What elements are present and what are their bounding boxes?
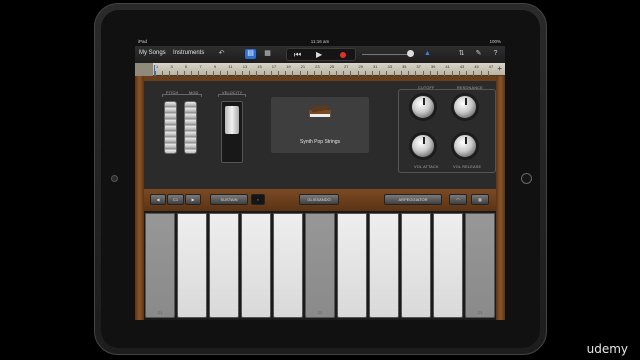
ruler-mark: 17 — [271, 64, 277, 69]
resonance-knob[interactable] — [453, 95, 477, 119]
octave-down-button[interactable]: ◀ — [150, 194, 166, 205]
pitch-wheel[interactable] — [164, 101, 177, 154]
ruler-mark: 43 — [459, 64, 465, 69]
ruler-mark: 7 — [199, 64, 202, 69]
preset-name: Synth Pop Strings — [299, 139, 341, 145]
velocity-slider-handle[interactable] — [225, 106, 239, 134]
mod-wheel[interactable] — [184, 101, 197, 154]
ruler-mark: 39 — [430, 64, 436, 69]
metronome-icon[interactable]: ▲ — [422, 49, 433, 59]
ruler-mark: 5 — [184, 64, 188, 69]
video-frame: iPad 11:16 am 100% My Songs Instruments … — [0, 0, 640, 360]
piano-key[interactable] — [337, 213, 367, 318]
tracks-view-icon[interactable]: ▤ — [245, 49, 256, 59]
wood-side-right — [496, 76, 505, 320]
garageband-screen: iPad 11:16 am 100% My Songs Instruments … — [135, 38, 505, 320]
wood-side-left — [135, 76, 144, 320]
grid-view-icon[interactable]: ▦ — [262, 49, 273, 59]
velocity-label: VELOCITY — [222, 91, 243, 95]
keyboard: C1 C2 C3 — [144, 211, 496, 320]
wrench-icon[interactable]: ✎ — [473, 49, 484, 59]
ruler-mark: 25 — [329, 64, 335, 69]
velocity-slider[interactable] — [221, 101, 243, 163]
add-section-icon[interactable]: + — [497, 64, 502, 73]
settings-icon[interactable]: ▦ — [471, 194, 489, 205]
glissando-button[interactable]: GLISSANDO — [299, 194, 339, 205]
clock: 11:16 am — [310, 39, 330, 44]
cutoff-knob[interactable] — [411, 95, 435, 119]
cutoff-label: CUTOFF — [418, 86, 435, 90]
ruler-mark: 11 — [228, 64, 233, 69]
piano-key[interactable] — [241, 213, 271, 318]
piano-key[interactable] — [273, 213, 303, 318]
vol-release-knob[interactable] — [453, 134, 477, 158]
pitch-label: PITCH — [166, 91, 179, 95]
octave-up-button[interactable]: ▶ — [185, 194, 201, 205]
camera-icon — [111, 175, 118, 182]
keyboard-icon[interactable]: ◠ — [449, 194, 467, 205]
transport-controls: ⏮ ▶ — [286, 48, 356, 61]
ruler-mark: 41 — [445, 64, 450, 69]
instruments-button[interactable]: Instruments — [173, 50, 204, 56]
key-label: C1 — [157, 311, 163, 315]
vol-attack-label: VOL ATTACK — [414, 165, 439, 169]
master-volume-slider[interactable] — [362, 54, 410, 55]
home-button[interactable] — [521, 173, 532, 184]
vol-attack-knob[interactable] — [411, 134, 435, 158]
ruler-mark: 33 — [387, 64, 392, 69]
ruler-mark: 27 — [344, 64, 349, 69]
key-label: C3 — [477, 311, 483, 315]
piano-key[interactable] — [209, 213, 239, 318]
ruler-mark: 31 — [373, 64, 378, 69]
ruler-mark: 15 — [257, 64, 262, 69]
ruler-mark: 21 — [300, 64, 306, 69]
master-volume-knob[interactable] — [407, 50, 414, 57]
piano-key[interactable]: C1 — [145, 213, 175, 318]
piano-key[interactable] — [369, 213, 399, 318]
rewind-icon[interactable]: ⏮ — [294, 50, 301, 60]
status-bar: iPad 11:16 am 100% — [135, 38, 505, 46]
ruler-mark: 3 — [170, 64, 173, 69]
synth-icon — [309, 105, 331, 121]
ruler-mark: 47 — [488, 64, 494, 69]
ruler-mark: 9 — [213, 64, 217, 69]
key-label: C2 — [317, 311, 323, 315]
piano-key[interactable]: C2 — [305, 213, 335, 318]
battery-label: 100% — [489, 39, 501, 44]
piano-key[interactable] — [177, 213, 207, 318]
play-icon[interactable]: ▶ — [316, 50, 322, 59]
my-songs-button[interactable]: My Songs — [139, 50, 166, 56]
ruler-mark: 35 — [401, 64, 407, 69]
ruler-mark: 45 — [474, 64, 479, 69]
mixer-icon[interactable]: ⇅ — [456, 49, 467, 59]
vol-release-label: VOL RELEASE — [453, 165, 482, 169]
ruler-mark: 37 — [416, 64, 421, 69]
ruler-mark: 29 — [358, 64, 363, 69]
top-toolbar: My Songs Instruments ↶ ▤ ▦ ⏮ ▶ ▲ ⇅ ✎ ? — [135, 46, 505, 63]
undo-arrow-icon[interactable]: ↶ — [216, 49, 227, 59]
help-icon[interactable]: ? — [490, 49, 501, 59]
resonance-label: RESONANCE — [457, 86, 483, 90]
record-icon[interactable] — [340, 52, 346, 58]
timeline-ruler[interactable]: 1 3 5 7 9 11 13 15 17 19 21 23 25 27 29 31 33 35 37 39 41 43 4… — [135, 63, 505, 76]
piano-key[interactable]: C3 — [465, 213, 495, 318]
piano-key[interactable] — [433, 213, 463, 318]
ruler-mark: 23 — [315, 64, 320, 69]
octave-value: C1 — [167, 194, 184, 205]
ruler-mark: 13 — [242, 64, 248, 69]
preset-display[interactable]: Synth Pop Strings — [271, 97, 369, 153]
synth-panel: PITCH MOD VELOCITY Synth Pop Strings CUT… — [144, 76, 496, 189]
mod-label: MOD — [189, 91, 199, 95]
sustain-button[interactable]: SUSTAIN — [210, 194, 248, 205]
sustain-lock-icon[interactable]: ▪ — [251, 194, 265, 205]
udemy-watermark: udemy — [586, 342, 628, 356]
playhead[interactable] — [154, 65, 155, 76]
ruler-mark: 19 — [286, 64, 291, 69]
instrument-thumb — [135, 63, 153, 76]
arpeggiator-button[interactable]: ARPEGGIATOR — [384, 194, 442, 205]
keyboard-controls-bar: ◀ C1 ▶ SUSTAIN ▪ GLISSANDO ARPEGGIATOR ◠… — [144, 189, 496, 211]
ruler-mark: 1 — [156, 64, 159, 69]
piano-key[interactable] — [401, 213, 431, 318]
